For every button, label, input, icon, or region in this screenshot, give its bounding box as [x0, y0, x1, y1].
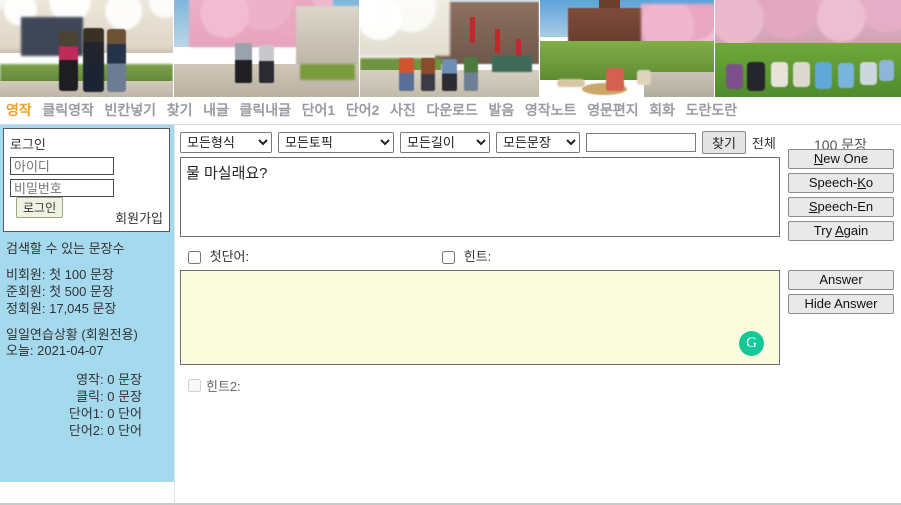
practice-stat-word1: 단어1: 0 단어: [68, 406, 142, 421]
searchable-line-full: 정회원: 17,045 문장: [6, 301, 117, 316]
hint-checkbox[interactable]: [442, 251, 456, 265]
nav-item-click-my-writing[interactable]: 클릭내글: [239, 102, 291, 118]
login-id-input[interactable]: [10, 157, 114, 175]
nav-item-writing-note[interactable]: 영작노트: [525, 102, 577, 118]
banner-image-4: [540, 0, 715, 97]
nav-item-conversation[interactable]: 회화: [649, 102, 675, 118]
sentence-filter-select[interactable]: 모든문장: [496, 131, 580, 153]
practice-today: 오늘: 2021-04-07: [6, 343, 104, 358]
banner-image-2: [174, 0, 360, 97]
grammarly-icon[interactable]: G: [739, 331, 764, 356]
speech-en-button[interactable]: Speech-En: [788, 197, 894, 217]
speech-ko-suffix: o: [865, 175, 874, 190]
nav-item-chat[interactable]: 도란도란: [686, 102, 738, 118]
nav-item-find[interactable]: 찾기: [167, 102, 193, 118]
practice-stat-click: 클릭: 0 문장: [76, 389, 142, 404]
practice-stat-word2: 단어2: 0 단어: [68, 423, 142, 438]
nav-item-word2[interactable]: 단어2: [346, 102, 380, 118]
login-password-input[interactable]: [10, 179, 114, 197]
practice-stat-yeongjak: 영작: 0 문장: [76, 372, 142, 387]
button-group-spacer: [788, 245, 896, 270]
new-one-accesskey: N: [813, 151, 824, 166]
length-filter-select[interactable]: 모든길이: [400, 131, 490, 153]
searchable-line-nonmember: 비회원: 첫 100 문장: [6, 267, 114, 282]
first-word-option[interactable]: 첫단어:: [188, 246, 249, 265]
speech-ko-accesskey: K: [857, 175, 866, 190]
speech-ko-button[interactable]: Speech-Ko: [788, 173, 894, 193]
hide-answer-button[interactable]: Hide Answer: [788, 294, 894, 314]
new-one-label: ew One: [823, 151, 869, 166]
sidebar: 로그인 로그인 회원가입 검색할 수 있는 문장수 비회원: 첫 100 문장 …: [0, 125, 174, 482]
try-again-accesskey: A: [834, 223, 844, 238]
try-again-prefix: Try: [813, 223, 835, 238]
nav-item-fill-blank[interactable]: 빈칸넣기: [105, 102, 157, 118]
form-filter-select[interactable]: 모든형식: [180, 131, 272, 153]
login-panel: 로그인 로그인 회원가입: [3, 128, 170, 232]
nav-item-yeongjak[interactable]: 영작: [6, 102, 32, 118]
answer-textarea[interactable]: [180, 270, 780, 365]
nav-item-english-letter[interactable]: 영문편지: [587, 102, 639, 118]
find-button[interactable]: 찾기: [702, 130, 746, 154]
practice-stats: 영작: 0 문장 클릭: 0 문장 단어1: 0 단어 단어2: 0 단어: [6, 371, 166, 439]
searchable-line-associate: 준회원: 첫 500 문장: [6, 284, 114, 299]
topic-filter-select[interactable]: 모든토픽: [278, 131, 394, 153]
searchable-sentences-section: 검색할 수 있는 문장수 비회원: 첫 100 문장 준회원: 첫 500 문장…: [0, 232, 174, 317]
nav-item-my-writing[interactable]: 내글: [203, 102, 229, 118]
new-one-button[interactable]: New One: [788, 149, 894, 169]
nav-item-word1[interactable]: 단어1: [302, 102, 336, 118]
hint2-option: 힌트2:: [188, 376, 901, 395]
nav-item-pronunciation[interactable]: 발음: [489, 102, 515, 118]
speech-en-label: peech-En: [817, 199, 874, 214]
action-buttons-column: New One Speech-Ko Speech-En Try Again An…: [788, 149, 896, 318]
first-word-label[interactable]: 첫단어:: [210, 249, 250, 264]
nav-item-download[interactable]: 다운로드: [426, 102, 478, 118]
main-panel: 모든형식 모든토픽 모든길이 모든문장 찾기 전체 100 문장 물 마실래요?: [174, 125, 901, 504]
try-again-button[interactable]: Try Again: [788, 221, 894, 241]
banner-image-5: [715, 0, 901, 97]
all-label: 전체: [751, 135, 776, 151]
banner-image-1: [0, 0, 174, 97]
banner-image-3: [360, 0, 540, 97]
searchable-heading: 검색할 수 있는 문장수: [6, 241, 125, 256]
banner-images: [0, 0, 901, 97]
page-root: 영작 클릭영작 빈칸넣기 찾기 내글 클릭내글 단어1 단어2 사진 다운로드 …: [0, 0, 901, 505]
hint-label[interactable]: 힌트:: [464, 249, 492, 264]
hint2-checkbox[interactable]: [188, 379, 201, 392]
nav-item-photo[interactable]: 사진: [390, 102, 416, 118]
login-button[interactable]: 로그인: [16, 197, 64, 218]
answer-area: G: [180, 270, 780, 365]
content-area: 로그인 로그인 회원가입 검색할 수 있는 문장수 비회원: 첫 100 문장 …: [0, 125, 901, 504]
main-navigation: 영작 클릭영작 빈칸넣기 찾기 내글 클릭내글 단어1 단어2 사진 다운로드 …: [0, 97, 901, 125]
nav-item-click-yeongjak[interactable]: 클릭영작: [42, 102, 94, 118]
question-textarea[interactable]: 물 마실래요?: [180, 157, 780, 237]
hint2-label: 힌트2:: [206, 379, 241, 394]
speech-en-accesskey: S: [808, 199, 818, 214]
option-checkbox-row: 첫단어: 힌트:: [188, 246, 788, 265]
practice-heading: 일일연습상황 (회원전용): [6, 327, 138, 342]
search-input[interactable]: [586, 132, 696, 152]
daily-practice-section: 일일연습상황 (회원전용) 오늘: 2021-04-07 영작: 0 문장 클릭…: [0, 317, 174, 439]
answer-button[interactable]: Answer: [788, 270, 894, 290]
signup-link[interactable]: 회원가입: [115, 208, 163, 227]
speech-ko-prefix: Speech-: [808, 175, 858, 190]
first-word-checkbox[interactable]: [188, 251, 201, 265]
hint-option[interactable]: 힌트:: [442, 246, 491, 265]
try-again-suffix: gain: [843, 223, 869, 238]
login-title: 로그인: [10, 137, 46, 152]
